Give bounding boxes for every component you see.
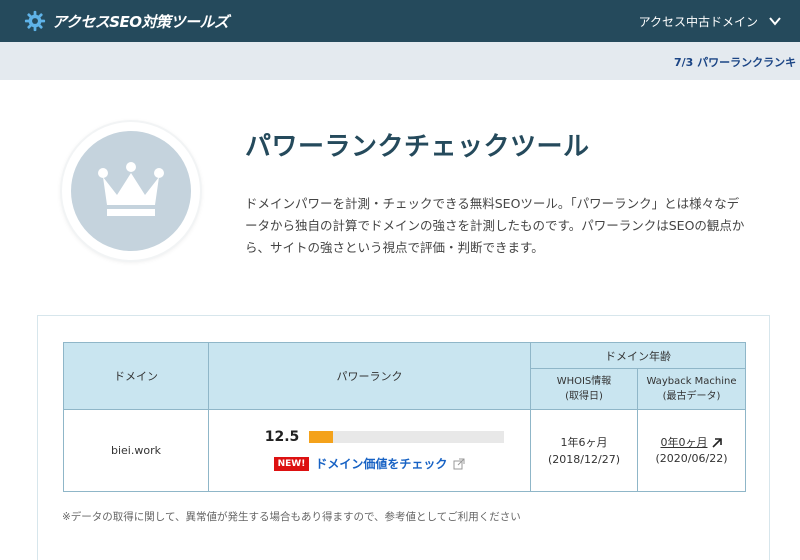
arrow-up-right-icon[interactable] (711, 437, 723, 448)
whois-header-line2: (取得日) (565, 391, 603, 402)
disclaimer-note: ※データの取得に関して、異常値が発生する場合もあり得ますので、参考値としてご利用… (62, 511, 521, 523)
hero-badge (62, 122, 200, 260)
external-link-icon[interactable] (453, 458, 465, 470)
logo-text: アクセスSEO対策ツールズ (52, 12, 229, 31)
crown-icon (98, 162, 164, 216)
top-header: アクセスSEO対策ツールズ アクセス中古ドメイン (0, 0, 800, 42)
new-badge: NEW! (273, 456, 310, 471)
page-title: パワーランクチェックツール (245, 132, 590, 162)
column-header-domain-age: ドメイン年齢 (530, 342, 746, 369)
check-domain-value-link[interactable]: ドメイン価値をチェック (315, 455, 447, 472)
whois-age: 1年6ヶ月 (560, 435, 608, 449)
column-header-wayback: Wayback Machine (最古データ) (637, 368, 746, 410)
hero-circle (71, 131, 191, 251)
ticker-link[interactable]: 7/3 パワーランクランキ (674, 54, 796, 70)
gear-icon (24, 10, 46, 32)
news-ticker: 7/3 パワーランクランキ (0, 42, 800, 80)
main-content: パワーランクチェックツール ドメインパワーを計測・チェックできる無料SEOツール… (0, 80, 800, 560)
power-rank-cell: 12.5 NEW! ドメイン価値をチェック (208, 409, 531, 492)
domain-menu-dropdown[interactable]: アクセス中古ドメイン (639, 13, 782, 30)
page-description: ドメインパワーを計測・チェックできる無料SEOツール。「パワーランク」とは様々な… (245, 196, 745, 255)
column-header-power-rank: パワーランク (208, 342, 531, 410)
whois-cell: 1年6ヶ月 (2018/12/27) (530, 409, 638, 492)
column-header-whois: WHOIS情報 (取得日) (530, 368, 638, 410)
rank-progress-fill (309, 431, 333, 443)
site-logo[interactable]: アクセスSEO対策ツールズ (24, 10, 229, 32)
domain-menu-label: アクセス中古ドメイン (638, 14, 758, 29)
wayback-date: (2020/06/22) (655, 452, 728, 465)
table-row: biei.work 12.5 NEW! ドメイン価値をチェック 1年6ヶ月 (2… (63, 409, 746, 492)
wayback-header-line1: Wayback Machine (646, 376, 737, 387)
result-table: ドメイン パワーランク ドメイン年齢 WHOIS情報 (取得日) Wayback… (63, 342, 746, 492)
rank-value: 12.5 (264, 429, 300, 445)
whois-date: (2018/12/27) (548, 452, 620, 466)
column-header-domain: ドメイン (63, 342, 209, 410)
whois-header-line1: WHOIS情報 (556, 376, 612, 387)
domain-cell: biei.work (63, 409, 209, 492)
chevron-down-icon (769, 17, 781, 26)
wayback-cell: 0年0ヶ月 (2020/06/22) (637, 409, 746, 492)
wayback-age-link[interactable]: 0年0ヶ月 (661, 434, 708, 450)
wayback-header-line2: (最古データ) (662, 391, 721, 402)
rank-progress-bar (309, 431, 505, 443)
